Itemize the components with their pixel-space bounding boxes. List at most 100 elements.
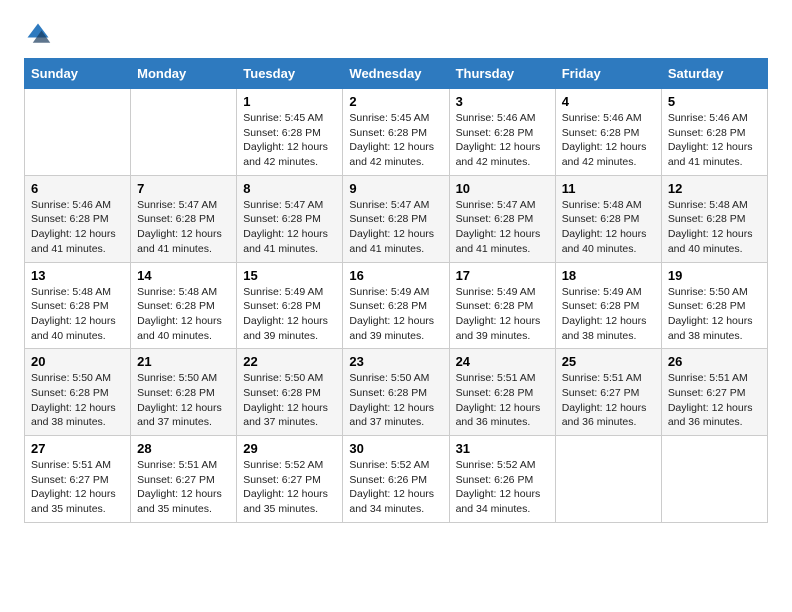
calendar-cell: 28 Sunrise: 5:51 AM Sunset: 6:27 PM Dayli…	[131, 436, 237, 523]
day-info: Sunrise: 5:48 AM Sunset: 6:28 PM Dayligh…	[137, 285, 230, 344]
day-info: Sunrise: 5:51 AM Sunset: 6:27 PM Dayligh…	[137, 458, 230, 517]
day-number: 17	[456, 268, 549, 283]
calendar-cell: 13 Sunrise: 5:48 AM Sunset: 6:28 PM Dayli…	[25, 262, 131, 349]
day-info: Sunrise: 5:50 AM Sunset: 6:28 PM Dayligh…	[31, 371, 124, 430]
day-info: Sunrise: 5:48 AM Sunset: 6:28 PM Dayligh…	[31, 285, 124, 344]
day-number: 12	[668, 181, 761, 196]
calendar-cell: 15 Sunrise: 5:49 AM Sunset: 6:28 PM Dayli…	[237, 262, 343, 349]
day-info: Sunrise: 5:50 AM Sunset: 6:28 PM Dayligh…	[137, 371, 230, 430]
day-info: Sunrise: 5:51 AM Sunset: 6:28 PM Dayligh…	[456, 371, 549, 430]
day-info: Sunrise: 5:47 AM Sunset: 6:28 PM Dayligh…	[243, 198, 336, 257]
day-number: 24	[456, 354, 549, 369]
week-row-2: 6 Sunrise: 5:46 AM Sunset: 6:28 PM Daylig…	[25, 175, 768, 262]
week-row-5: 27 Sunrise: 5:51 AM Sunset: 6:27 PM Dayli…	[25, 436, 768, 523]
calendar-cell: 17 Sunrise: 5:49 AM Sunset: 6:28 PM Dayli…	[449, 262, 555, 349]
day-info: Sunrise: 5:49 AM Sunset: 6:28 PM Dayligh…	[456, 285, 549, 344]
day-info: Sunrise: 5:48 AM Sunset: 6:28 PM Dayligh…	[562, 198, 655, 257]
day-info: Sunrise: 5:50 AM Sunset: 6:28 PM Dayligh…	[243, 371, 336, 430]
page-header	[24, 20, 768, 48]
day-number: 26	[668, 354, 761, 369]
day-number: 13	[31, 268, 124, 283]
logo-icon	[24, 20, 52, 48]
calendar-cell	[25, 89, 131, 176]
day-number: 11	[562, 181, 655, 196]
day-info: Sunrise: 5:52 AM Sunset: 6:26 PM Dayligh…	[349, 458, 442, 517]
day-number: 3	[456, 94, 549, 109]
day-number: 6	[31, 181, 124, 196]
day-info: Sunrise: 5:46 AM Sunset: 6:28 PM Dayligh…	[31, 198, 124, 257]
logo	[24, 20, 58, 48]
header-row: SundayMondayTuesdayWednesdayThursdayFrid…	[25, 59, 768, 89]
day-number: 16	[349, 268, 442, 283]
calendar-cell: 25 Sunrise: 5:51 AM Sunset: 6:27 PM Dayli…	[555, 349, 661, 436]
day-info: Sunrise: 5:51 AM Sunset: 6:27 PM Dayligh…	[562, 371, 655, 430]
day-info: Sunrise: 5:46 AM Sunset: 6:28 PM Dayligh…	[668, 111, 761, 170]
header-day-tuesday: Tuesday	[237, 59, 343, 89]
calendar-cell: 31 Sunrise: 5:52 AM Sunset: 6:26 PM Dayli…	[449, 436, 555, 523]
day-number: 19	[668, 268, 761, 283]
day-number: 25	[562, 354, 655, 369]
day-info: Sunrise: 5:49 AM Sunset: 6:28 PM Dayligh…	[243, 285, 336, 344]
week-row-4: 20 Sunrise: 5:50 AM Sunset: 6:28 PM Dayli…	[25, 349, 768, 436]
calendar-cell: 26 Sunrise: 5:51 AM Sunset: 6:27 PM Dayli…	[661, 349, 767, 436]
header-day-wednesday: Wednesday	[343, 59, 449, 89]
calendar-body: 1 Sunrise: 5:45 AM Sunset: 6:28 PM Daylig…	[25, 89, 768, 523]
day-number: 15	[243, 268, 336, 283]
calendar-cell: 7Sunrise: 5:47 AM Sunset: 6:28 PM Daylig…	[131, 175, 237, 262]
calendar-cell: 11 Sunrise: 5:48 AM Sunset: 6:28 PM Dayli…	[555, 175, 661, 262]
day-number: 14	[137, 268, 230, 283]
day-number: 7	[137, 181, 230, 196]
week-row-3: 13 Sunrise: 5:48 AM Sunset: 6:28 PM Dayli…	[25, 262, 768, 349]
day-number: 22	[243, 354, 336, 369]
calendar-cell: 10Sunrise: 5:47 AM Sunset: 6:28 PM Dayli…	[449, 175, 555, 262]
day-info: Sunrise: 5:51 AM Sunset: 6:27 PM Dayligh…	[668, 371, 761, 430]
calendar-cell: 5 Sunrise: 5:46 AM Sunset: 6:28 PM Daylig…	[661, 89, 767, 176]
calendar-cell: 30 Sunrise: 5:52 AM Sunset: 6:26 PM Dayli…	[343, 436, 449, 523]
day-number: 10	[456, 181, 549, 196]
day-number: 30	[349, 441, 442, 456]
header-day-thursday: Thursday	[449, 59, 555, 89]
calendar-cell: 24 Sunrise: 5:51 AM Sunset: 6:28 PM Dayli…	[449, 349, 555, 436]
day-info: Sunrise: 5:46 AM Sunset: 6:28 PM Dayligh…	[456, 111, 549, 170]
calendar-table: SundayMondayTuesdayWednesdayThursdayFrid…	[24, 58, 768, 523]
calendar-cell: 16 Sunrise: 5:49 AM Sunset: 6:28 PM Dayli…	[343, 262, 449, 349]
day-info: Sunrise: 5:49 AM Sunset: 6:28 PM Dayligh…	[349, 285, 442, 344]
day-info: Sunrise: 5:50 AM Sunset: 6:28 PM Dayligh…	[349, 371, 442, 430]
day-info: Sunrise: 5:46 AM Sunset: 6:28 PM Dayligh…	[562, 111, 655, 170]
header-day-friday: Friday	[555, 59, 661, 89]
day-number: 29	[243, 441, 336, 456]
day-number: 9	[349, 181, 442, 196]
calendar-cell: 12Sunrise: 5:48 AM Sunset: 6:28 PM Dayli…	[661, 175, 767, 262]
day-number: 28	[137, 441, 230, 456]
calendar-cell: 1 Sunrise: 5:45 AM Sunset: 6:28 PM Daylig…	[237, 89, 343, 176]
day-info: Sunrise: 5:51 AM Sunset: 6:27 PM Dayligh…	[31, 458, 124, 517]
day-number: 8	[243, 181, 336, 196]
calendar-cell: 22 Sunrise: 5:50 AM Sunset: 6:28 PM Dayli…	[237, 349, 343, 436]
calendar-cell: 4Sunrise: 5:46 AM Sunset: 6:28 PM Daylig…	[555, 89, 661, 176]
day-number: 27	[31, 441, 124, 456]
calendar-cell: 3 Sunrise: 5:46 AM Sunset: 6:28 PM Daylig…	[449, 89, 555, 176]
day-info: Sunrise: 5:47 AM Sunset: 6:28 PM Dayligh…	[349, 198, 442, 257]
calendar-cell: 20 Sunrise: 5:50 AM Sunset: 6:28 PM Dayli…	[25, 349, 131, 436]
calendar-cell: 27 Sunrise: 5:51 AM Sunset: 6:27 PM Dayli…	[25, 436, 131, 523]
day-info: Sunrise: 5:52 AM Sunset: 6:27 PM Dayligh…	[243, 458, 336, 517]
day-number: 2	[349, 94, 442, 109]
calendar-cell: 9 Sunrise: 5:47 AM Sunset: 6:28 PM Daylig…	[343, 175, 449, 262]
day-number: 20	[31, 354, 124, 369]
calendar-cell: 29 Sunrise: 5:52 AM Sunset: 6:27 PM Dayli…	[237, 436, 343, 523]
day-info: Sunrise: 5:49 AM Sunset: 6:28 PM Dayligh…	[562, 285, 655, 344]
header-day-saturday: Saturday	[661, 59, 767, 89]
day-info: Sunrise: 5:45 AM Sunset: 6:28 PM Dayligh…	[349, 111, 442, 170]
day-number: 1	[243, 94, 336, 109]
calendar-cell: 18Sunrise: 5:49 AM Sunset: 6:28 PM Dayli…	[555, 262, 661, 349]
day-info: Sunrise: 5:52 AM Sunset: 6:26 PM Dayligh…	[456, 458, 549, 517]
header-day-monday: Monday	[131, 59, 237, 89]
calendar-cell: 6 Sunrise: 5:46 AM Sunset: 6:28 PM Daylig…	[25, 175, 131, 262]
calendar-cell: 21Sunrise: 5:50 AM Sunset: 6:28 PM Dayli…	[131, 349, 237, 436]
calendar-header: SundayMondayTuesdayWednesdayThursdayFrid…	[25, 59, 768, 89]
day-number: 31	[456, 441, 549, 456]
day-number: 5	[668, 94, 761, 109]
day-info: Sunrise: 5:45 AM Sunset: 6:28 PM Dayligh…	[243, 111, 336, 170]
day-info: Sunrise: 5:50 AM Sunset: 6:28 PM Dayligh…	[668, 285, 761, 344]
week-row-1: 1 Sunrise: 5:45 AM Sunset: 6:28 PM Daylig…	[25, 89, 768, 176]
